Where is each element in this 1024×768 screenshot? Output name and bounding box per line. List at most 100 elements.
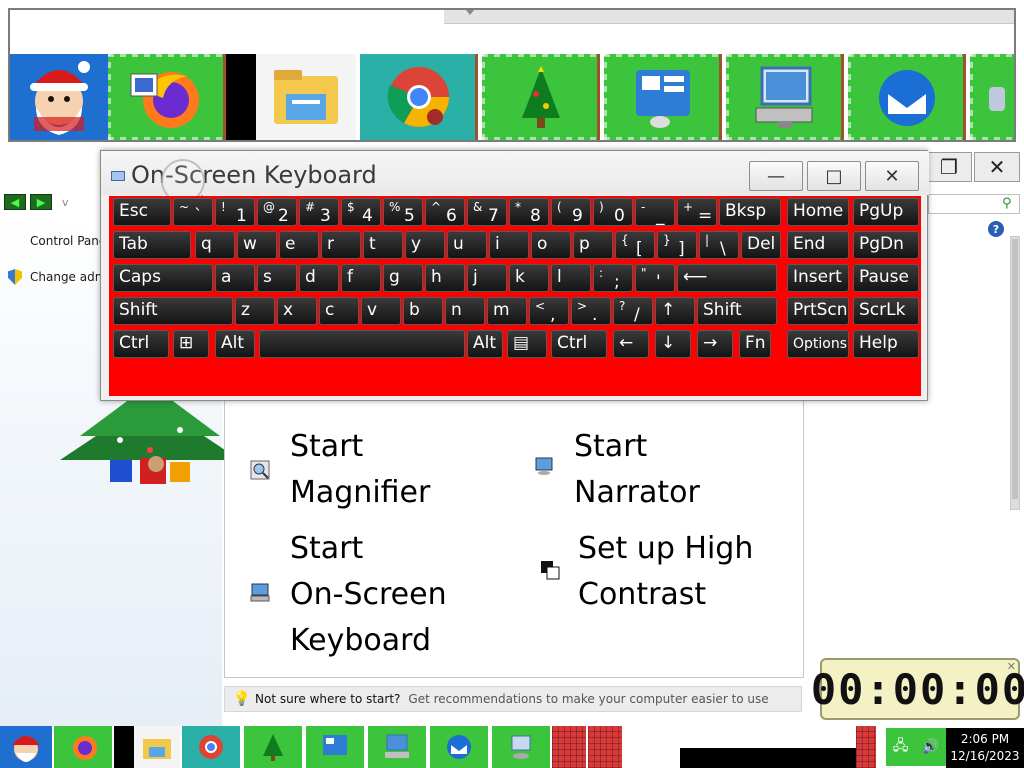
remote-desktop-icon[interactable] <box>726 54 844 140</box>
network-icon[interactable]: 🖧 <box>893 735 909 759</box>
volume-icon[interactable]: 🔊 <box>922 739 939 755</box>
key-insert[interactable]: Insert <box>787 264 849 292</box>
key-w[interactable]: w <box>237 231 277 259</box>
key-symbol1-13[interactable]: | \ <box>699 231 739 259</box>
key-y[interactable]: y <box>405 231 445 259</box>
key-4[interactable]: $4 <box>341 198 381 226</box>
key-shift[interactable]: Shift <box>697 297 777 325</box>
taskbar-running-app[interactable] <box>856 726 876 768</box>
key-c[interactable]: c <box>319 297 359 325</box>
key-options[interactable]: Options <box>787 330 849 358</box>
search-icon[interactable]: ⚲ <box>1002 196 1012 211</box>
key-symbol4-5[interactable]: ▤ <box>507 330 547 358</box>
key-symbol0-12[interactable]: - _ <box>635 198 675 226</box>
taskbar-christmas-tree-icon[interactable] <box>244 726 302 768</box>
key-help[interactable]: Help <box>853 330 919 358</box>
santa-icon[interactable] <box>10 54 108 140</box>
file-explorer-icon[interactable] <box>256 54 356 140</box>
osk-minimize-button[interactable]: — <box>749 161 803 191</box>
key-scrlk[interactable]: ScrLk <box>853 297 919 325</box>
key-q[interactable]: q <box>195 231 235 259</box>
key-s[interactable]: s <box>257 264 297 292</box>
key-symbol2-10[interactable]: :; <box>593 264 633 292</box>
key-1[interactable]: ! 1 <box>215 198 255 226</box>
help-icon[interactable]: ? <box>988 221 1004 237</box>
key-space[interactable] <box>259 330 465 358</box>
key-alt[interactable]: Alt <box>215 330 255 358</box>
control-panel-home-link[interactable]: Control Panel <box>30 234 110 248</box>
key-f[interactable]: f <box>341 264 381 292</box>
restore-button[interactable]: ❐ <box>926 152 972 182</box>
start-button[interactable] <box>0 726 52 768</box>
key-pgdn[interactable]: PgDn <box>853 231 919 259</box>
key-symbol0-1[interactable]: ~ ` <box>173 198 213 226</box>
close-button[interactable]: ✕ <box>974 152 1020 182</box>
key-symbol4-8[interactable]: ↓ <box>655 330 691 358</box>
timer-close-icon[interactable]: ✕ <box>1007 660 1016 673</box>
key-bksp[interactable]: Bksp <box>719 198 781 226</box>
key-p[interactable]: p <box>573 231 613 259</box>
key-a[interactable]: a <box>215 264 255 292</box>
key-symbol3-8[interactable]: <, <box>529 297 569 325</box>
christmas-tree-icon[interactable] <box>482 54 600 140</box>
key-symbol3-11[interactable]: ↑ <box>655 297 695 325</box>
horizontal-scrollbar[interactable] <box>444 10 1014 24</box>
key-x[interactable]: x <box>277 297 317 325</box>
key-symbol4-7[interactable]: ← <box>613 330 649 358</box>
key-del[interactable]: Del <box>741 231 781 259</box>
taskbar-narrator-icon[interactable] <box>492 726 550 768</box>
key-5[interactable]: % 5 <box>383 198 423 226</box>
key-r[interactable]: r <box>321 231 361 259</box>
taskbar-thunderbird-icon[interactable] <box>430 726 488 768</box>
taskbar-running-app[interactable] <box>552 726 586 768</box>
key-alt[interactable]: Alt <box>467 330 503 358</box>
key-2[interactable]: @2 <box>257 198 297 226</box>
key-t[interactable]: t <box>363 231 403 259</box>
osk-close-button[interactable]: ✕ <box>865 161 919 191</box>
taskbar-control-panel-icon[interactable] <box>306 726 364 768</box>
key-e[interactable]: e <box>279 231 319 259</box>
taskbar-chrome-icon[interactable] <box>182 726 240 768</box>
taskbar-remote-desktop-icon[interactable] <box>368 726 426 768</box>
key-z[interactable]: z <box>235 297 275 325</box>
osk-maximize-button[interactable]: □ <box>807 161 861 191</box>
key-8[interactable]: * 8 <box>509 198 549 226</box>
start-narrator-link[interactable]: Start Narrator <box>574 424 700 516</box>
key-caps[interactable]: Caps <box>113 264 213 292</box>
key-9[interactable]: (9 <box>551 198 591 226</box>
vertical-scrollbar[interactable] <box>1010 236 1020 510</box>
taskbar-running-app[interactable] <box>588 726 622 768</box>
get-recommendations-link[interactable]: Get recommendations to make your compute… <box>408 692 768 706</box>
recent-dropdown-icon[interactable]: v <box>62 196 69 209</box>
key-ctrl[interactable]: Ctrl <box>551 330 607 358</box>
key-d[interactable]: d <box>299 264 339 292</box>
key-symbol2-12[interactable]: ⟵ <box>677 264 777 292</box>
key-home[interactable]: Home <box>787 198 849 226</box>
key-k[interactable]: k <box>509 264 549 292</box>
key-symbol0-13[interactable]: + = <box>677 198 717 226</box>
taskbar-file-explorer-icon[interactable] <box>134 726 180 768</box>
start-on-screen-keyboard-link[interactable]: Start On-Screen Keyboard <box>290 526 447 664</box>
control-panel-icon[interactable] <box>604 54 722 140</box>
thunderbird-icon[interactable] <box>848 54 966 140</box>
start-magnifier-link[interactable]: Start Magnifier <box>290 424 430 516</box>
key-prtscn[interactable]: PrtScn <box>787 297 849 325</box>
key-tab[interactable]: Tab <box>113 231 191 259</box>
key-symbol3-10[interactable]: ? / <box>613 297 653 325</box>
partial-icon[interactable] <box>970 54 1014 140</box>
key-symbol4-9[interactable]: → <box>697 330 733 358</box>
osk-title-bar[interactable]: On-Screen Keyboard — □ ✕ <box>101 151 929 219</box>
key-ctrl[interactable]: Ctrl <box>113 330 169 358</box>
key-7[interactable]: & 7 <box>467 198 507 226</box>
key-0[interactable]: ) 0 <box>593 198 633 226</box>
set-up-high-contrast-link[interactable]: Set up High Contrast <box>578 526 753 618</box>
key-symbol3-9[interactable]: >. <box>571 297 611 325</box>
key-m[interactable]: m <box>487 297 527 325</box>
key-pause[interactable]: Pause <box>853 264 919 292</box>
key-pgup[interactable]: PgUp <box>853 198 919 226</box>
key-6[interactable]: ^ 6 <box>425 198 465 226</box>
key-b[interactable]: b <box>403 297 443 325</box>
key-symbol1-11[interactable]: {[ <box>615 231 655 259</box>
key-h[interactable]: h <box>425 264 465 292</box>
key-v[interactable]: v <box>361 297 401 325</box>
